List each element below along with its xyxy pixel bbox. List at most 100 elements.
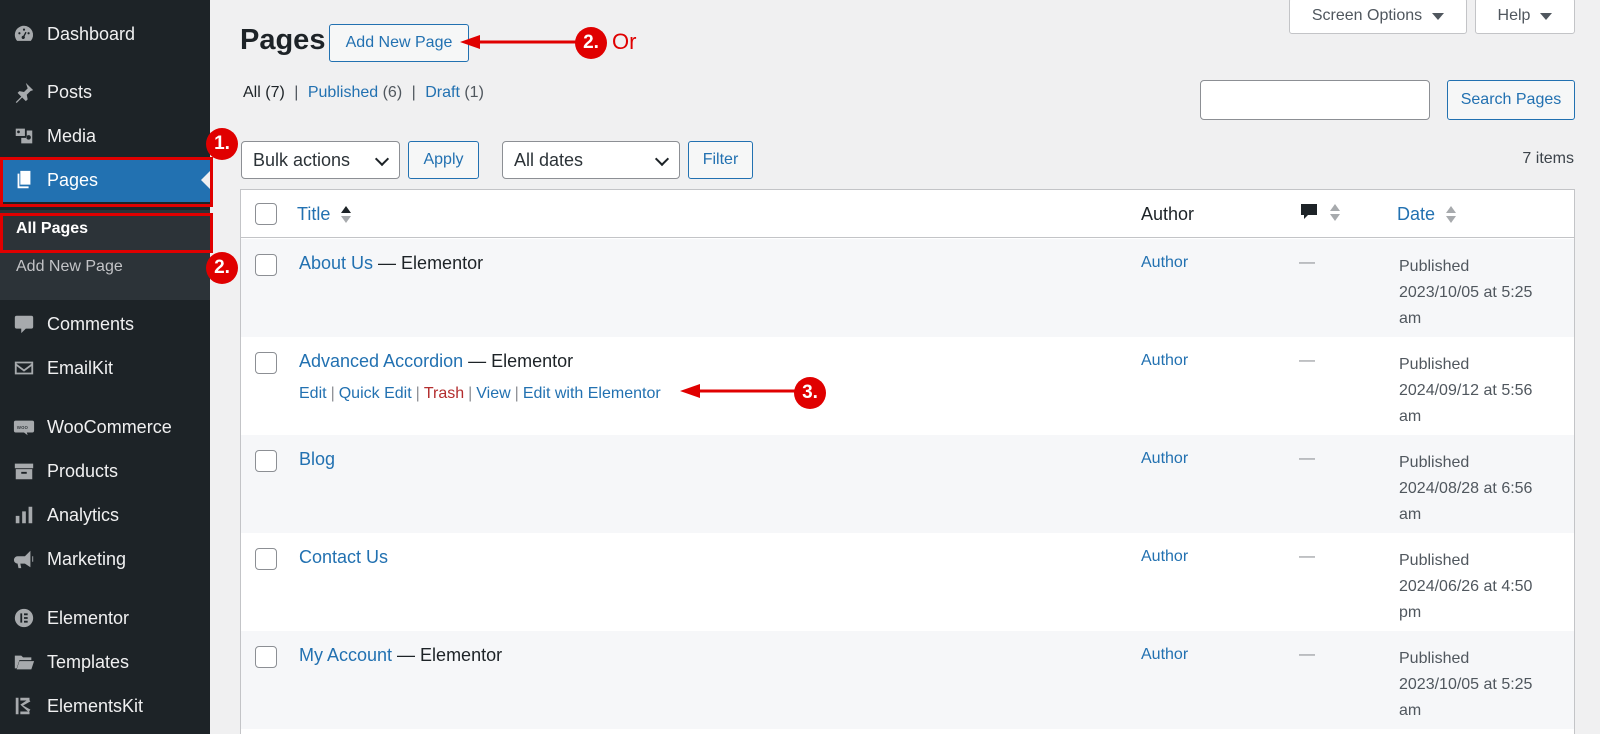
row-checkbox[interactable] <box>255 548 277 570</box>
sort-icon <box>1330 203 1341 223</box>
row-checkbox[interactable] <box>255 254 277 276</box>
row-title: Advanced Accordion — Elementor <box>299 351 573 372</box>
archive-icon <box>12 459 36 483</box>
column-title-label: Title <box>297 204 331 224</box>
row-title: Blog <box>299 449 335 470</box>
sidebar-item-elementskit[interactable]: ElementsKit <box>0 684 210 728</box>
sidebar-item-marketing[interactable]: Marketing <box>0 537 210 581</box>
row-actions: Edit | Quick Edit | Trash | View | Edit with Ele… <box>299 385 661 403</box>
chevron-down-icon <box>654 151 670 167</box>
row-date: Published 2023/10/05 at 5:25 am <box>1399 254 1569 332</box>
filter-published-label: Published <box>307 84 379 101</box>
page-title-link[interactable]: My Account <box>299 645 392 665</box>
row-status: Published <box>1399 258 1470 275</box>
sidebar-item-label: Templates <box>47 651 130 672</box>
column-date[interactable]: Date <box>1397 204 1457 225</box>
highlight-pages-menu <box>0 157 213 207</box>
row-author[interactable]: Author <box>1141 352 1188 370</box>
sidebar-item-label: Posts <box>47 81 93 102</box>
sidebar-item-label: WooCommerce <box>47 416 172 437</box>
column-title[interactable]: Title <box>297 204 352 225</box>
sort-icon <box>341 205 352 225</box>
elementor-icon <box>12 606 36 630</box>
sort-icon <box>1446 205 1457 225</box>
annotation-badge-2: 2. <box>206 252 238 284</box>
filter-published[interactable]: Published (6) <box>308 84 402 101</box>
search-pages-button[interactable]: Search Pages <box>1447 80 1575 120</box>
row-date-value: 2024/09/12 at 5:56 <box>1399 382 1533 399</box>
sidebar-item-woocommerce[interactable]: woo WooCommerce <box>0 405 210 449</box>
edit-link[interactable]: Edit <box>299 385 327 402</box>
sidebar-item-emailkit[interactable]: EmailKit <box>0 346 210 390</box>
bulk-actions-select[interactable]: Bulk actions <box>241 141 400 179</box>
row-author[interactable]: Author <box>1141 548 1188 566</box>
row-author[interactable]: Author <box>1141 646 1188 664</box>
media-icon <box>12 124 36 148</box>
select-all-checkbox[interactable] <box>255 203 277 225</box>
sidebar-item-analytics[interactable]: Analytics <box>0 493 210 537</box>
row-time-suffix: am <box>1399 408 1422 425</box>
row-comments: — <box>1299 646 1315 663</box>
filter-all-label: All <box>243 84 261 101</box>
dates-select[interactable]: All dates <box>502 141 680 179</box>
bulk-actions-value: Bulk actions <box>253 149 351 170</box>
filter-draft-count: (1) <box>464 84 484 101</box>
apply-button[interactable]: Apply <box>408 141 479 179</box>
folder-icon <box>12 650 36 674</box>
view-link[interactable]: View <box>476 385 510 402</box>
row-comments: — <box>1299 254 1315 271</box>
row-title: My Account — Elementor <box>299 645 502 666</box>
help-button[interactable]: Help <box>1475 0 1575 34</box>
filter-all[interactable]: All (7) <box>243 84 285 101</box>
row-time-suffix: am <box>1399 310 1422 327</box>
annotation-badge-3: 3. <box>794 377 826 409</box>
row-date-value: 2024/08/28 at 6:56 <box>1399 480 1533 497</box>
sidebar-item-comments[interactable]: Comments <box>0 302 210 346</box>
row-date: Published 2024/09/12 at 5:56 am <box>1399 352 1569 430</box>
edit-with-elementor-link[interactable]: Edit with Elementor <box>523 385 661 402</box>
separator: | <box>330 385 335 402</box>
filter-button[interactable]: Filter <box>688 141 753 179</box>
row-status: Published <box>1399 552 1470 569</box>
sidebar-item-label: Dashboard <box>47 23 136 44</box>
separator: | <box>411 84 416 101</box>
sidebar-item-dashboard[interactable]: Dashboard <box>0 12 210 56</box>
filter-draft-label: Draft <box>425 84 460 101</box>
row-time-suffix: am <box>1399 702 1422 719</box>
row-status: Published <box>1399 650 1470 667</box>
row-comments: — <box>1299 352 1315 369</box>
sidebar-item-templates[interactable]: Templates <box>0 640 210 684</box>
filter-all-count: (7) <box>265 84 285 101</box>
dates-value: All dates <box>514 149 584 170</box>
row-checkbox[interactable] <box>255 352 277 374</box>
sidebar-item-label: Analytics <box>47 504 120 525</box>
row-author[interactable]: Author <box>1141 450 1188 468</box>
quick-edit-link[interactable]: Quick Edit <box>339 385 412 402</box>
megaphone-icon <box>12 547 36 571</box>
row-author[interactable]: Author <box>1141 254 1188 272</box>
annotation-badge-2-alt: 2. <box>575 27 607 59</box>
row-status: Published <box>1399 454 1470 471</box>
row-time-suffix: am <box>1399 506 1422 523</box>
page-title-link[interactable]: Contact Us <box>299 547 388 567</box>
page-state: — Elementor <box>373 253 484 273</box>
page-title-link[interactable]: Blog <box>299 449 335 469</box>
column-comments[interactable] <box>1299 202 1341 224</box>
add-new-page-button[interactable]: Add New Page <box>329 24 469 62</box>
trash-link[interactable]: Trash <box>424 385 464 402</box>
filter-draft[interactable]: Draft (1) <box>425 84 484 101</box>
page-title-link[interactable]: Advanced Accordion <box>299 351 463 371</box>
submenu-add-new-page[interactable]: Add New Page <box>16 258 123 276</box>
row-date: Published 2024/08/28 at 6:56 am <box>1399 450 1569 528</box>
sidebar-item-posts[interactable]: Posts <box>0 70 210 114</box>
row-checkbox[interactable] <box>255 646 277 668</box>
sidebar-item-products[interactable]: Products <box>0 449 210 493</box>
page-title-link[interactable]: About Us <box>299 253 373 273</box>
sidebar-item-elementor[interactable]: Elementor <box>0 596 210 640</box>
search-pages-input[interactable] <box>1200 80 1430 120</box>
row-time-suffix: pm <box>1399 604 1422 621</box>
row-checkbox[interactable] <box>255 450 277 472</box>
screen-options-button[interactable]: Screen Options <box>1289 0 1467 34</box>
sidebar-item-media[interactable]: Media <box>0 114 210 158</box>
table-header: Title Author Date <box>241 190 1574 238</box>
